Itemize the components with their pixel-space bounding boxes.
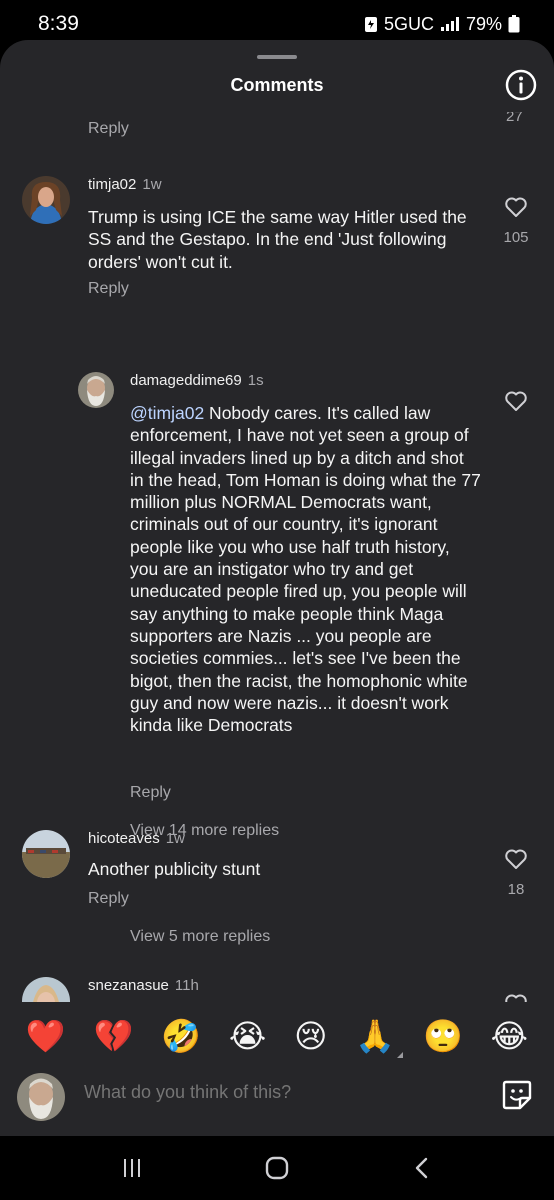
- like-count: 18: [507, 881, 525, 898]
- signal-icon: [440, 16, 460, 32]
- sticker-icon: [502, 1080, 532, 1110]
- reaction-loudly-crying[interactable]: 😭: [229, 1016, 266, 1056]
- like-count: 27: [506, 112, 523, 125]
- comment-time: 11h: [174, 977, 199, 994]
- username[interactable]: damageddime69: [130, 372, 242, 389]
- comment-author[interactable]: timja02 1w: [88, 176, 162, 193]
- avatar[interactable]: [22, 176, 70, 224]
- comment-time: 1w: [165, 830, 185, 847]
- folded-hands-glyph: 🙏: [355, 1017, 396, 1055]
- username[interactable]: hicoteaves: [88, 830, 160, 847]
- sheet-title: Comments: [230, 75, 324, 95]
- comment-item: hicoteaves 1w Another publicity stunt Rep…: [0, 830, 554, 970]
- my-avatar: [17, 1073, 65, 1121]
- heart-icon: [505, 197, 527, 217]
- comment-author[interactable]: snezanasue 11h: [88, 977, 199, 994]
- heart-icon: [505, 994, 527, 1002]
- drag-handle[interactable]: [257, 55, 297, 59]
- comment-item: timja02 1w Trump is using ICE the same wa…: [0, 176, 554, 336]
- reply-button[interactable]: Reply: [88, 120, 129, 138]
- info-button[interactable]: [504, 68, 538, 102]
- mention-link[interactable]: @timja02: [130, 403, 204, 423]
- sticker-button[interactable]: [500, 1078, 534, 1112]
- like-button[interactable]: [496, 993, 536, 1002]
- avatar[interactable]: [22, 977, 70, 1002]
- battery-percent: 79%: [465, 13, 502, 34]
- back-icon: [415, 1157, 427, 1179]
- home-button[interactable]: [247, 1148, 307, 1188]
- reaction-red-heart[interactable]: ❤️: [26, 1016, 66, 1056]
- avatar[interactable]: [22, 830, 70, 878]
- username[interactable]: timja02: [88, 176, 136, 193]
- view-more-replies[interactable]: View 5 more replies: [130, 928, 270, 946]
- reaction-crying[interactable]: 😢: [294, 1016, 327, 1056]
- home-icon: [265, 1156, 289, 1180]
- heart-icon: [505, 391, 527, 411]
- status-indicators: 5GUC 79%: [364, 14, 520, 35]
- comment-text: Another publicity stunt: [88, 859, 261, 879]
- username[interactable]: snezanasue: [88, 977, 169, 994]
- reaction-rofl[interactable]: 🤣: [161, 1016, 201, 1056]
- comment-composer: [0, 1068, 554, 1124]
- like-button[interactable]: 105: [496, 196, 536, 246]
- reply-button[interactable]: Reply: [130, 784, 171, 802]
- comment-time: 1s: [247, 372, 264, 389]
- avatar[interactable]: [78, 372, 114, 408]
- reply-button[interactable]: Reply: [88, 890, 129, 908]
- info-icon: [505, 69, 537, 101]
- status-time: 8:39: [38, 12, 79, 35]
- comments-list[interactable]: Reply 27 timja02 1w Trump is using ICE th…: [0, 112, 554, 1002]
- comment-item: snezanasue 11h: [0, 977, 554, 1002]
- comments-sheet: Comments Reply 27 timja02 1w Trump is us…: [0, 40, 554, 1136]
- comment-reply-item: damageddime69 1s @timja02 Nobody cares. I…: [0, 372, 554, 852]
- comment-body: Nobody cares. It's called law enforcemen…: [130, 403, 481, 736]
- recent-apps-button[interactable]: [102, 1148, 162, 1188]
- back-button[interactable]: [392, 1148, 452, 1188]
- reaction-eye-roll[interactable]: 🙄: [423, 1016, 463, 1056]
- reply-button[interactable]: Reply: [88, 280, 129, 298]
- recents-icon: [124, 1159, 141, 1177]
- heart-icon: [505, 849, 527, 869]
- comment-author[interactable]: damageddime69 1s: [130, 372, 264, 389]
- skin-tone-indicator: [397, 1052, 404, 1058]
- reaction-joy[interactable]: 😂: [491, 1016, 528, 1056]
- like-button[interactable]: 18: [496, 848, 536, 898]
- reaction-broken-heart[interactable]: 💔: [94, 1016, 134, 1056]
- data-saver-icon: [364, 15, 378, 33]
- comment-text: Trump is using ICE the same way Hitler u…: [88, 207, 467, 272]
- system-navigation-bar: [0, 1136, 554, 1200]
- network-type: 5GUC: [383, 13, 434, 34]
- like-count: 105: [503, 229, 529, 246]
- like-button[interactable]: [496, 390, 536, 417]
- comment-text: @timja02 Nobody cares. It's called law e…: [130, 402, 482, 736]
- comment-time: 1w: [142, 176, 162, 193]
- reaction-folded-hands[interactable]: 🙏: [355, 1016, 404, 1058]
- quick-reactions-bar: ❤️ 💔 🤣 😭 😢 🙏 🙄 😂: [0, 1008, 554, 1064]
- battery-icon: [508, 15, 520, 33]
- comment-author[interactable]: hicoteaves 1w: [88, 830, 185, 847]
- comment-input[interactable]: [84, 1082, 464, 1103]
